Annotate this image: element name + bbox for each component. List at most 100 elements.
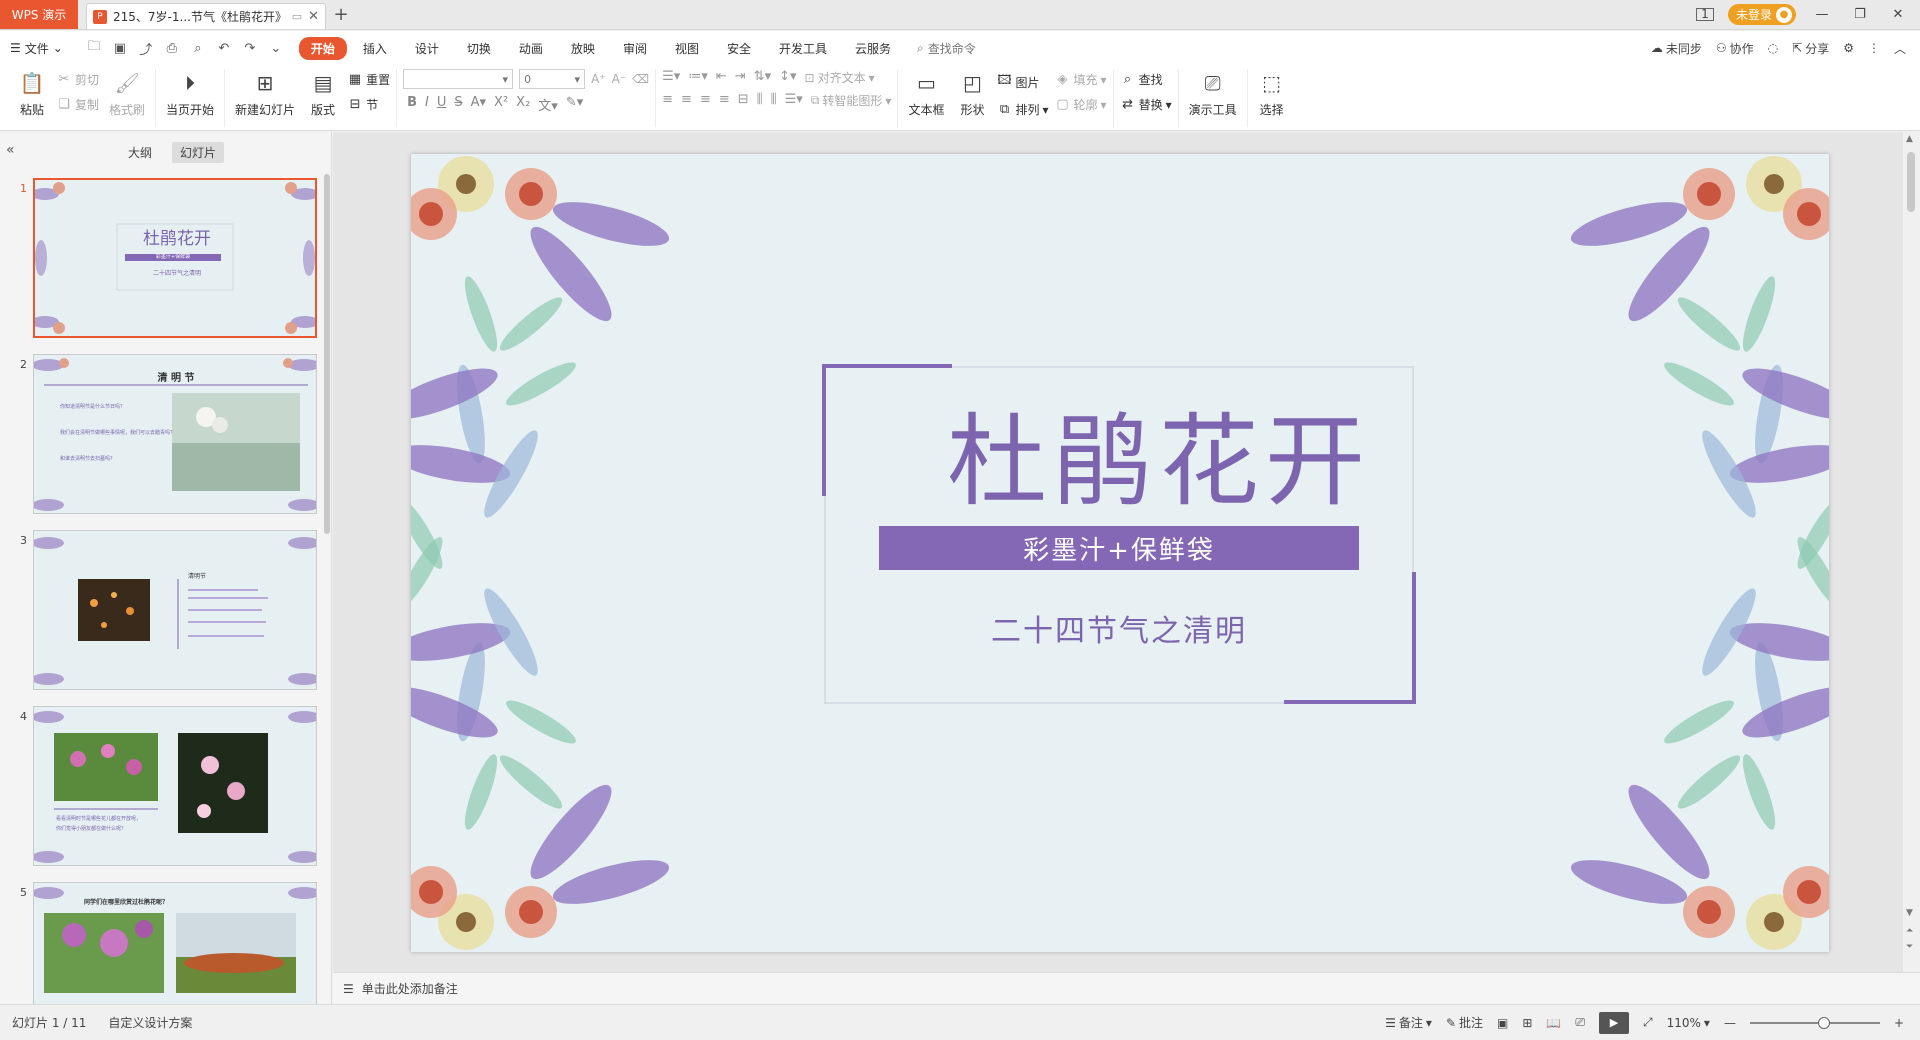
fill-button[interactable]: ◈ 填充 ▾ (1055, 71, 1107, 88)
collapse-panel-icon[interactable]: « (6, 142, 15, 158)
play-slideshow-button[interactable]: ▶ (1598, 1011, 1629, 1034)
numbering-icon[interactable]: ≔▾ (688, 69, 708, 86)
tab-design[interactable]: 设计 (403, 37, 451, 60)
align-left-icon[interactable]: ≡ (662, 92, 673, 109)
play-current-button[interactable]: ⏵ 当页开始 (162, 69, 218, 118)
more-icon[interactable]: ⋮ (1868, 41, 1880, 55)
grow-font-icon[interactable]: A⁺ (591, 72, 606, 86)
zoom-slider[interactable] (1749, 1016, 1880, 1029)
tab-transitions[interactable]: 切换 (455, 37, 503, 60)
tab-developer[interactable]: 开发工具 (767, 37, 839, 60)
text-direction-icon[interactable]: ⇅▾ (754, 69, 771, 86)
replace-button[interactable]: ⇄ 替换 ▾ (1120, 96, 1172, 113)
tab-insert[interactable]: 插入 (351, 37, 399, 60)
para-spacing-icon[interactable]: ☰▾ (785, 92, 803, 109)
layout-button[interactable]: ▤ 版式 (305, 69, 341, 118)
shape-button[interactable]: ◰ 形状 (954, 69, 990, 118)
tab-review[interactable]: 审阅 (611, 37, 659, 60)
layout-icon[interactable]: 1 (1695, 8, 1714, 21)
tab-cloud[interactable]: 云服务 (843, 37, 903, 60)
font-family-select[interactable]: ▾ (403, 69, 514, 89)
fit-window-icon[interactable]: ⤢ (1643, 1015, 1653, 1030)
tab-home[interactable]: 开始 (298, 36, 347, 60)
cut-button[interactable]: ✂ 剪切 (56, 71, 99, 88)
export-icon[interactable]: ⤴ (137, 39, 155, 58)
comment-icon[interactable]: ◌ (1768, 41, 1778, 55)
select-button[interactable]: ⬚ 选择 (1254, 69, 1290, 118)
strikethrough-icon[interactable]: S (454, 95, 462, 114)
smartart-button[interactable]: ⧉ 转智能图形 ▾ (811, 92, 892, 109)
copy-button[interactable]: ❏ 复制 (56, 96, 99, 113)
prev-slide-icon[interactable]: ⏶ (1906, 926, 1913, 936)
command-search[interactable]: ⌕ 查找命令 (917, 40, 976, 57)
collapse-ribbon-icon[interactable]: ︿ (1894, 40, 1906, 57)
close-tab-icon[interactable]: ✕ (308, 9, 319, 24)
underline-icon[interactable]: U (437, 95, 447, 114)
slide-thumbnail-1[interactable]: 杜鹃花开 彩墨汁+保鲜袋 二十四节气之清明 (33, 178, 317, 338)
sync-button[interactable]: ☁ 未同步 (1651, 40, 1702, 57)
collab-button[interactable]: ⚇ 协作 (1716, 40, 1754, 57)
scroll-down-icon[interactable]: ▼ (1906, 908, 1913, 918)
shrink-font-icon[interactable]: A⁻ (612, 72, 627, 86)
font-size-select[interactable]: 0 ▾ (519, 69, 586, 89)
find-button[interactable]: ⌕ 查找 (1120, 71, 1172, 88)
zoom-level[interactable]: 110% ▾ (1667, 1016, 1710, 1030)
clear-format-icon[interactable]: ⌫ (632, 72, 649, 86)
open-folder-icon[interactable]: 🗀 (85, 37, 103, 59)
comments-button[interactable]: ✎ 批注 (1446, 1014, 1483, 1031)
textbox-button[interactable]: ▭ 文本框 (904, 69, 948, 118)
zoom-slider-knob[interactable] (1817, 1016, 1830, 1029)
italic-icon[interactable]: I (425, 95, 429, 114)
bold-icon[interactable]: B (407, 95, 417, 114)
phonetic-icon[interactable]: 文▾ (538, 95, 558, 114)
print-icon[interactable]: ⎙ (163, 41, 181, 56)
format-painter-button[interactable]: 🖌 格式刷 (105, 69, 149, 118)
customize-icon[interactable]: ⌄ (267, 41, 285, 56)
new-tab-button[interactable]: + (326, 0, 356, 29)
share-button[interactable]: ⇱ 分享 (1792, 40, 1829, 57)
document-tab[interactable]: P 215、7岁-1...节气《杜鹃花开》 ▭ ✕ (86, 3, 326, 29)
reset-button[interactable]: ▦ 重置 (347, 71, 390, 88)
sorter-view-icon[interactable]: ⊞ (1522, 1016, 1532, 1030)
superscript-icon[interactable]: X² (494, 95, 508, 114)
current-slide[interactable]: 杜鹃花开 彩墨汁+保鲜袋 二十四节气之清明 (411, 154, 1829, 952)
picture-button[interactable]: 🖾 图片 (996, 71, 1048, 93)
highlight-icon[interactable]: ✎▾ (566, 95, 583, 114)
design-scheme[interactable]: 自定义设计方案 (108, 1014, 192, 1031)
align-text-button[interactable]: ⊡ 对齐文本 ▾ (805, 69, 875, 86)
align-right-icon[interactable]: ≡ (700, 92, 711, 109)
tab-slides[interactable]: 幻灯片 (172, 141, 225, 163)
panel-scrollbar[interactable] (324, 174, 330, 534)
scrollbar-thumb[interactable] (1907, 152, 1915, 212)
subscript-icon[interactable]: X₂ (516, 95, 530, 114)
slide-thumbnail-4[interactable]: 看看清明时节是哪些花儿都在开放呢， 你们觉得小朋友都在做什么呢？ (33, 706, 317, 866)
slide-thumbnail-5[interactable]: 同学们在哪里欣赏过杜鹃花呢？ (33, 882, 317, 1004)
close-window-icon[interactable]: ✕ (1886, 7, 1910, 22)
redo-icon[interactable]: ↷ (241, 41, 259, 56)
zoom-in-icon[interactable]: + (1894, 1016, 1904, 1030)
notes-pane[interactable]: ☰ 单击此处添加备注 (333, 972, 1920, 1004)
increase-indent-icon[interactable]: ⇥ (735, 69, 746, 86)
align-center-icon[interactable]: ≡ (681, 92, 692, 109)
scroll-up-icon[interactable]: ▲ (1906, 134, 1913, 144)
tab-security[interactable]: 安全 (715, 37, 763, 60)
file-menu[interactable]: ☰ 文件 ⌄ (10, 40, 63, 57)
next-slide-icon[interactable]: ⏷ (1906, 942, 1913, 952)
tab-slideshow[interactable]: 放映 (559, 37, 607, 60)
line-spacing-icon[interactable]: ↕▾ (779, 69, 796, 86)
justify-icon[interactable]: ≡ (719, 92, 730, 109)
window-icon[interactable]: ▭ (292, 10, 302, 23)
presentation-tools-button[interactable]: ⎚ 演示工具 (1185, 69, 1241, 118)
slide-thumbnail-3[interactable]: 清明节 (33, 530, 317, 690)
paste-button[interactable]: 📋 粘贴 (14, 69, 50, 118)
distribute-icon[interactable]: ⊟ (738, 92, 749, 109)
login-button[interactable]: 未登录 ● (1727, 4, 1796, 25)
canvas-scrollbar[interactable]: ▲ ▼ ⏶ ⏷ (1903, 132, 1920, 972)
undo-icon[interactable]: ↶ (215, 41, 233, 56)
bullets-icon[interactable]: ☰▾ (662, 69, 680, 86)
record-icon[interactable]: ⎚ (1575, 1015, 1585, 1030)
slide-thumbnail-2[interactable]: 清 明 节 你知道清明节是什么节日吗？ 我们会在清明节做哪些事情呢，我们可以去踏… (33, 354, 317, 514)
save-icon[interactable]: ▣ (111, 41, 129, 56)
outline-button[interactable]: ▢ 轮廓 ▾ (1055, 96, 1106, 113)
tab-animations[interactable]: 动画 (507, 37, 555, 60)
